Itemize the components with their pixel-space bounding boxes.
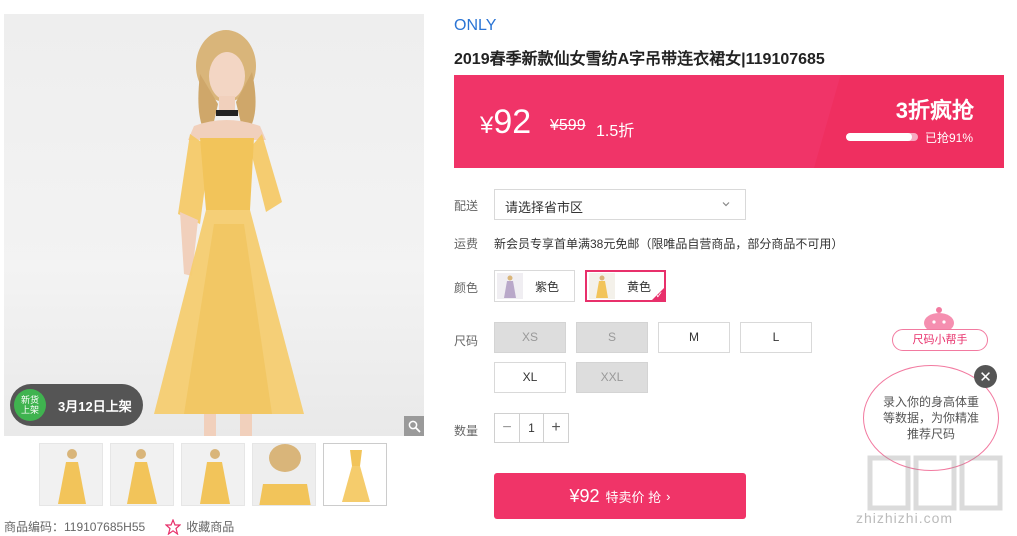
product-title: 2019春季新款仙女雪纺A字吊带连衣裙女|119107685 <box>454 51 825 68</box>
size-option-m[interactable]: M <box>658 322 730 353</box>
quantity-stepper: − 1 + <box>494 413 569 443</box>
chevron-down-icon <box>722 202 730 207</box>
thumbnail-1[interactable] <box>39 443 103 506</box>
launch-date-text: 3月12日上架 <box>58 398 132 414</box>
currency-symbol: ¥ <box>480 112 494 139</box>
original-price: ¥599 <box>550 117 586 134</box>
new-arrival-icon: 新货 上架 <box>14 389 46 421</box>
size-helper-button[interactable]: 尺码小帮手 <box>892 329 988 351</box>
zoom-icon[interactable] <box>404 416 424 436</box>
color-swatch-yellow <box>589 273 615 299</box>
close-icon[interactable]: ✕ <box>974 365 997 388</box>
color-option-yellow[interactable]: 黄色 ✓ <box>585 270 666 302</box>
region-select[interactable]: 请选择省市区 <box>494 189 746 220</box>
buy-button[interactable]: ¥92 特卖价 抢 › <box>494 473 746 519</box>
product-code: 商品编码：119107685H55 <box>4 520 146 534</box>
current-price: ¥92 <box>480 103 531 142</box>
launch-date-badge: 新货 上架 3月12日上架 <box>10 384 143 426</box>
thumbnail-2[interactable] <box>110 443 174 506</box>
thumbnail-strip <box>39 443 387 506</box>
quantity-value[interactable]: 1 <box>519 414 544 442</box>
current-price-value: 92 <box>493 103 532 141</box>
model-illustration <box>154 30 304 436</box>
thumbnail-4[interactable] <box>252 443 316 506</box>
favorite-label: 收藏商品 <box>186 520 235 534</box>
quantity-increase-button[interactable]: + <box>544 414 568 442</box>
size-option-xxl: XXL <box>576 362 648 393</box>
price-banner: ¥92 ¥599 1.5折 3折疯抢 已抢91% <box>454 75 1004 168</box>
checkmark-icon: ✓ <box>655 290 663 300</box>
sold-progress-fill <box>846 133 912 141</box>
color-label: 颜色 <box>454 281 479 295</box>
star-icon <box>165 518 182 535</box>
size-option-s: S <box>576 322 648 353</box>
sold-progress-text: 已抢91% <box>925 131 974 145</box>
delivery-label: 配送 <box>454 199 479 213</box>
thumbnail-5[interactable] <box>323 443 387 506</box>
chevron-right-icon: › <box>666 488 671 504</box>
promo-label: 3折疯抢 <box>895 98 974 123</box>
quantity-decrease-button[interactable]: − <box>495 414 519 442</box>
size-label: 尺码 <box>454 334 479 348</box>
new-arrival-icon-line1: 新货 <box>20 395 39 405</box>
size-helper-text: 录入你的身高体重等数据，为你精准推荐尺码 <box>882 395 979 441</box>
thumbnail-3[interactable] <box>181 443 245 506</box>
size-option-xl[interactable]: XL <box>494 362 566 393</box>
size-option-l[interactable]: L <box>740 322 812 353</box>
new-arrival-icon-line2: 上架 <box>20 405 39 415</box>
quantity-label: 数量 <box>454 424 479 438</box>
color-option-purple[interactable]: 紫色 <box>494 270 575 302</box>
color-name-purple: 紫色 <box>535 279 560 294</box>
color-swatch-purple <box>497 273 523 299</box>
buy-button-price: ¥92 <box>569 485 600 506</box>
watermark-text: zhizhizhi.com <box>856 510 954 526</box>
size-option-xs: XS <box>494 322 566 353</box>
brand-link[interactable]: ONLY <box>454 17 496 35</box>
product-meta: 商品编码：119107685H55 收藏商品 <box>4 518 234 535</box>
shipping-info: 新会员专享首单满38元免邮（限唯品自营商品，部分商品不可用） <box>494 237 844 251</box>
region-select-value: 请选择省市区 <box>505 200 584 215</box>
buy-button-label: 特卖价 抢 <box>605 489 662 505</box>
discount-rate: 1.5折 <box>596 123 635 140</box>
main-product-image[interactable]: 新货 上架 3月12日上架 <box>4 14 424 436</box>
favorite-button[interactable]: 收藏商品 <box>165 518 234 535</box>
color-name-yellow: 黄色 <box>627 279 652 294</box>
sold-progress-bar <box>846 133 918 141</box>
shipping-label: 运费 <box>454 237 479 251</box>
